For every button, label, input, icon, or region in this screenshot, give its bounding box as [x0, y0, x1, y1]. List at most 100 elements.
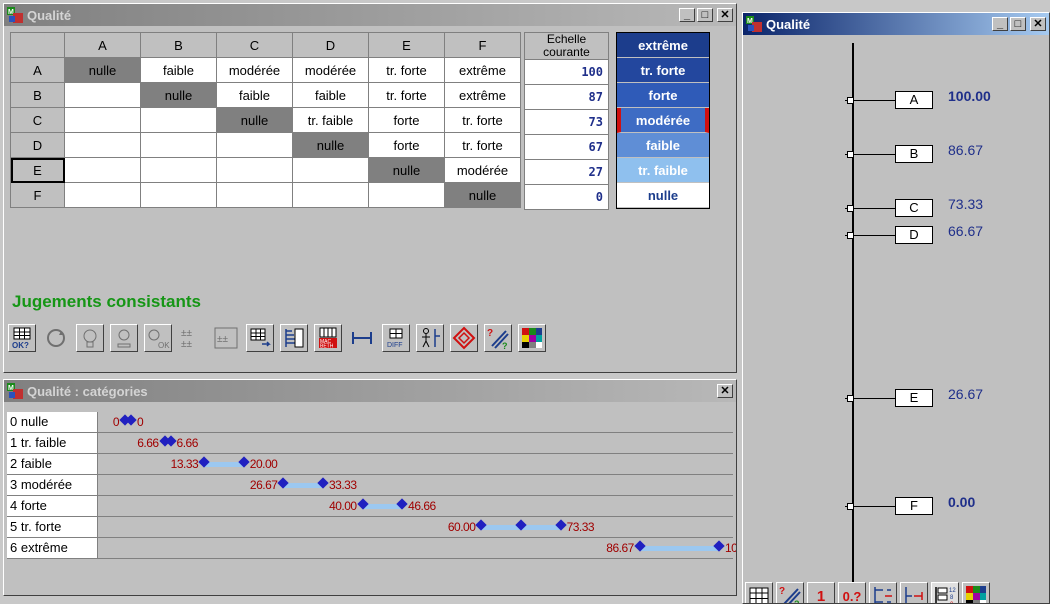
svg-text:±±: ±± — [181, 339, 192, 350]
zero-question-button[interactable]: 0.? — [838, 582, 866, 603]
help-scale-icon[interactable]: ?? — [776, 582, 804, 604]
matrix-cell[interactable]: tr. forte — [444, 132, 521, 158]
range-icon[interactable] — [348, 324, 376, 352]
matrix-cell[interactable]: modérée — [216, 57, 293, 83]
matrix-cell[interactable]: nulle — [292, 132, 369, 158]
scale-item-box[interactable]: D — [895, 226, 933, 245]
matrix-cell[interactable]: faible — [140, 57, 217, 83]
category-label: 1 tr. faible — [7, 433, 98, 453]
category-weak[interactable]: faible — [617, 133, 709, 158]
matrix-cell[interactable] — [64, 82, 141, 108]
matrix-row: B nulle faible faible tr. forte extrême — [10, 82, 521, 108]
close-button[interactable]: ✕ — [717, 384, 733, 398]
category-moderate[interactable]: modérée — [617, 108, 709, 133]
scale-numbers-icon[interactable]: 1280 — [931, 582, 959, 603]
matrix-cell[interactable] — [140, 182, 217, 208]
bulb-person-icon[interactable] — [110, 324, 138, 352]
matrix-cell[interactable] — [216, 157, 293, 183]
color-palette-icon[interactable] — [962, 582, 990, 603]
matrix-cell[interactable] — [140, 157, 217, 183]
scale-item-box[interactable]: B — [895, 145, 933, 164]
matrix-cell[interactable]: forte — [368, 132, 445, 158]
scale-anchor[interactable] — [847, 97, 854, 104]
table-list-icon[interactable] — [280, 324, 308, 352]
maximize-button[interactable]: □ — [1010, 17, 1026, 31]
color-palette-icon[interactable] — [518, 324, 546, 352]
scale-window-titlebar[interactable]: M Qualité _ □ ✕ — [743, 13, 1049, 35]
matrix-cell[interactable]: nulle — [140, 82, 217, 108]
matrix-cell[interactable]: tr. forte — [444, 107, 521, 133]
matrix-cell[interactable]: extrême — [444, 82, 521, 108]
minimize-button[interactable]: _ — [992, 17, 1008, 31]
category-very-strong[interactable]: tr. forte — [617, 58, 709, 83]
matrix-cell[interactable] — [140, 132, 217, 158]
matrix-cell[interactable]: nulle — [444, 182, 521, 208]
category-strong[interactable]: forte — [617, 83, 709, 108]
matrix-cell[interactable] — [64, 107, 141, 133]
matrix-cell[interactable] — [292, 157, 369, 183]
one-button[interactable]: 1 — [807, 582, 835, 603]
maximize-button[interactable]: □ — [697, 8, 713, 22]
bulb-ok-icon[interactable]: OK — [144, 324, 172, 352]
bulb-icon[interactable] — [76, 324, 104, 352]
plus-minus-grid-icon[interactable]: ±± — [212, 324, 240, 352]
matrix-cell[interactable]: nulle — [64, 57, 141, 83]
macbeth-icon[interactable]: MAC BETH — [314, 324, 342, 352]
matrix-cell[interactable] — [64, 182, 141, 208]
matrix-window-titlebar[interactable]: M Qualité _ □ ✕ — [4, 4, 736, 26]
category-low-value: 26.67 — [249, 478, 278, 492]
category-extreme[interactable]: extrême — [617, 33, 709, 58]
matrix-cell[interactable]: faible — [292, 82, 369, 108]
grid-ok-icon[interactable]: OK? — [8, 324, 36, 352]
category-interval-bar[interactable] — [283, 483, 323, 488]
matrix-cell[interactable]: tr. forte — [368, 57, 445, 83]
matrix-cell[interactable] — [216, 132, 293, 158]
scale-item-value: 0.00 — [948, 494, 976, 510]
close-button[interactable]: ✕ — [1030, 17, 1046, 31]
scale-anchor[interactable] — [847, 205, 854, 213]
matrix-cell[interactable] — [292, 182, 369, 208]
grid-icon[interactable] — [745, 582, 773, 603]
scale-item-box[interactable]: C — [895, 199, 933, 218]
scale-anchor[interactable] — [847, 151, 854, 159]
matrix-cell[interactable] — [216, 182, 293, 208]
person-table-icon[interactable] — [416, 324, 444, 352]
scale-item-box[interactable]: F — [895, 497, 933, 515]
matrix-cell[interactable] — [368, 182, 445, 208]
split-up-icon[interactable] — [869, 582, 897, 603]
scale-item-box[interactable]: E — [895, 388, 933, 407]
matrix-cell[interactable]: tr. faible — [292, 107, 369, 133]
refresh-icon[interactable] — [42, 324, 70, 352]
row-header-selected: E — [10, 157, 65, 183]
close-button[interactable]: ✕ — [717, 8, 733, 22]
minimize-button[interactable]: _ — [679, 8, 695, 22]
svg-text:?: ? — [794, 599, 800, 604]
matrix-cell[interactable]: nulle — [216, 107, 293, 133]
matrix-cell[interactable]: tr. forte — [368, 82, 445, 108]
scale-item-box[interactable]: A — [895, 91, 933, 109]
matrix-cell[interactable]: nulle — [368, 157, 445, 183]
category-interval-bar[interactable] — [639, 546, 719, 551]
diamond-icon[interactable] — [450, 324, 478, 352]
matrix-cell[interactable]: extrême — [444, 57, 521, 83]
category-high-value: 20.00 — [249, 457, 278, 471]
diff-icon[interactable]: DIFF — [382, 324, 410, 352]
help-scale-icon[interactable]: ?? — [484, 324, 512, 352]
scale-anchor[interactable] — [847, 232, 854, 240]
plus-minus-icon[interactable]: ±± ±± — [178, 324, 206, 352]
category-interval-bar[interactable] — [204, 462, 244, 467]
category-null[interactable]: nulle — [617, 183, 709, 208]
matrix-cell[interactable]: forte — [368, 107, 445, 133]
matrix-cell[interactable] — [64, 132, 141, 158]
matrix-cell[interactable]: modérée — [292, 57, 369, 83]
matrix-cell[interactable] — [140, 107, 217, 133]
matrix-cell[interactable]: faible — [216, 82, 293, 108]
matrix-cell[interactable]: modérée — [444, 157, 521, 183]
split-down-icon[interactable] — [900, 582, 928, 603]
scale-anchor[interactable] — [847, 503, 854, 510]
matrix-cell[interactable] — [64, 157, 141, 183]
table-arrow-icon[interactable] — [246, 324, 274, 352]
category-very-weak[interactable]: tr. faible — [617, 158, 709, 183]
categories-window-titlebar[interactable]: M Qualité : catégories ✕ — [4, 380, 736, 402]
scale-anchor[interactable] — [847, 394, 854, 402]
